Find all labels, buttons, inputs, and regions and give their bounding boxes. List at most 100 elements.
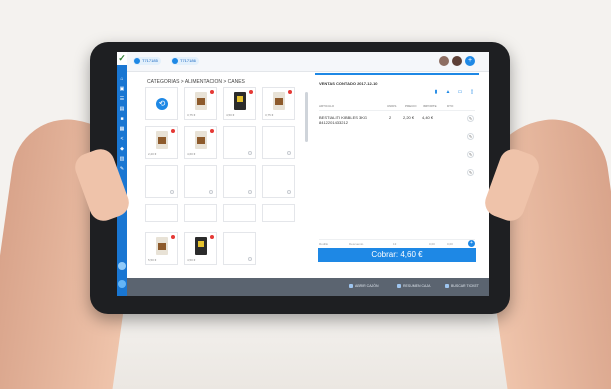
empty-slot-icon [248, 151, 252, 155]
footer-c3: 13 [393, 242, 397, 246]
power-icon[interactable] [118, 262, 126, 270]
docs-icon[interactable]: ▦ [119, 127, 125, 132]
product-image [195, 237, 207, 255]
empty-tile[interactable] [184, 204, 217, 222]
back-icon: ⟲ [156, 98, 168, 110]
product-tile[interactable]: 4,60 € [184, 126, 217, 159]
avatar[interactable] [452, 56, 462, 66]
top-bar: T717185 T717186 + [127, 52, 489, 72]
search-icon [445, 284, 449, 289]
remove-badge[interactable] [249, 90, 253, 94]
empty-slot-icon [287, 151, 291, 155]
open-drawer-label: ABRIR CAJÓN [355, 284, 379, 288]
line-amount: 4,40 € [422, 115, 434, 120]
remove-badge[interactable] [171, 129, 175, 133]
avatar[interactable] [439, 56, 449, 66]
product-tile[interactable]: 2,20 € [145, 126, 178, 159]
empty-tile[interactable] [223, 232, 256, 265]
product-image [156, 237, 168, 255]
search-ticket-button[interactable]: BUSCAR TICKET [445, 284, 479, 289]
help-icon[interactable] [118, 280, 126, 288]
product-image [156, 131, 168, 149]
grid-scrollbar[interactable] [305, 92, 308, 142]
remove-badge[interactable] [210, 90, 214, 94]
col-units: UNIDS [387, 104, 397, 108]
footer-c5: 0,00 [447, 242, 453, 246]
empty-tile[interactable] [262, 165, 295, 198]
empty-tile[interactable] [262, 126, 295, 159]
save-icon[interactable]: ▮ [433, 89, 439, 95]
edit-line-button[interactable]: ✎ [467, 151, 474, 158]
empty-tile[interactable] [184, 165, 217, 198]
pay-button[interactable]: Cobrar: 4,60 € [318, 248, 476, 262]
edit-line-button[interactable]: ✎ [467, 115, 474, 122]
chart-icon[interactable]: ▥ [119, 157, 125, 162]
wrench-icon[interactable]: ✎ [119, 167, 125, 172]
col-price: PRECIO [405, 104, 417, 108]
app-logo: ✓ [117, 52, 127, 65]
empty-tile[interactable] [145, 165, 178, 198]
product-price: 4,50 € [187, 258, 196, 262]
product-image [195, 131, 207, 149]
empty-slot-icon [248, 190, 252, 194]
empty-tile[interactable] [223, 204, 256, 222]
footer-c1: Rodillo [319, 242, 329, 246]
back-tile[interactable]: ⟲ [145, 87, 178, 120]
cart-icon[interactable]: ▤ [119, 107, 125, 112]
edit-line-button[interactable]: ✎ [467, 169, 474, 176]
drawer-icon [349, 284, 353, 289]
product-tile[interactable]: 4,50 € [184, 232, 217, 265]
ticket-tab-2[interactable]: T717186 [171, 57, 199, 65]
sale-title: VENTAS CONTADO 2017-12-10 [319, 81, 378, 86]
col-discount: DTO [447, 104, 454, 108]
empty-tile[interactable] [223, 165, 256, 198]
remove-badge[interactable] [210, 129, 214, 133]
ticket-icon [172, 58, 178, 64]
sale-table-header: ARTICULO UNIDS PRECIO IMPORTE DTO [319, 104, 475, 111]
empty-slot-icon [248, 257, 252, 261]
product-tile[interactable]: 5,50 € [145, 232, 178, 265]
home-icon[interactable]: ⌂ [119, 77, 125, 82]
add-line-button[interactable]: + [468, 240, 475, 247]
product-image [195, 92, 207, 110]
photo-scene: ✓ ⌂ ▣ ☰ ▤ ■ ▦ < ◆ ▥ ✎ T717185 T717186 + … [0, 0, 611, 389]
ticket-tab-1[interactable]: T717185 [133, 57, 161, 65]
product-tile[interactable]: 4,50 € [223, 87, 256, 120]
add-user-button[interactable]: + [465, 56, 475, 66]
box-icon[interactable]: ▣ [119, 87, 125, 92]
list-icon[interactable]: ☰ [119, 97, 125, 102]
ticket-tab-label: T717185 [142, 58, 158, 63]
line-units: 2 [389, 115, 392, 120]
edit-line-button[interactable]: ✎ [467, 133, 474, 140]
tag-icon[interactable]: ◆ [119, 147, 125, 152]
footer-c4: 0,00 [429, 242, 435, 246]
bottom-bar: ABRIR CAJÓN RESUMEN CAJA BUSCAR TICKET [127, 278, 489, 296]
remove-badge[interactable] [210, 235, 214, 239]
empty-tile[interactable] [145, 204, 178, 222]
empty-slot-icon [209, 190, 213, 194]
share-icon[interactable]: < [119, 137, 125, 142]
line-code: 8412201433212 [319, 120, 348, 125]
sale-toolbar: ▮ ▲ ▭ ▯ [427, 80, 475, 98]
product-tile[interactable]: 3,75 € [184, 87, 217, 120]
product-tile[interactable]: 3,75 € [262, 87, 295, 120]
open-drawer-button[interactable]: ABRIR CAJÓN [349, 284, 379, 289]
remove-badge[interactable] [171, 235, 175, 239]
empty-tile[interactable] [223, 126, 256, 159]
summary-icon [397, 284, 401, 289]
pos-icon[interactable]: ■ [119, 117, 125, 122]
cash-summary-label: RESUMEN CAJA [403, 284, 431, 288]
remove-badge[interactable] [288, 90, 292, 94]
user-icon[interactable]: ▲ [445, 89, 451, 95]
delete-icon[interactable]: ▯ [469, 89, 475, 95]
product-price: 3,75 € [187, 113, 196, 117]
product-image [273, 92, 285, 110]
footer-c2: Descuento [349, 242, 364, 246]
line-price: 2,20 € [403, 115, 415, 120]
pos-screen: ✓ ⌂ ▣ ☰ ▤ ■ ▦ < ◆ ▥ ✎ T717185 T717186 + … [117, 52, 489, 296]
product-price: 5,50 € [148, 258, 157, 262]
cash-summary-button[interactable]: RESUMEN CAJA [397, 284, 431, 289]
search-ticket-label: BUSCAR TICKET [451, 284, 479, 288]
print-icon[interactable]: ▭ [457, 89, 463, 95]
empty-tile[interactable] [262, 204, 295, 222]
